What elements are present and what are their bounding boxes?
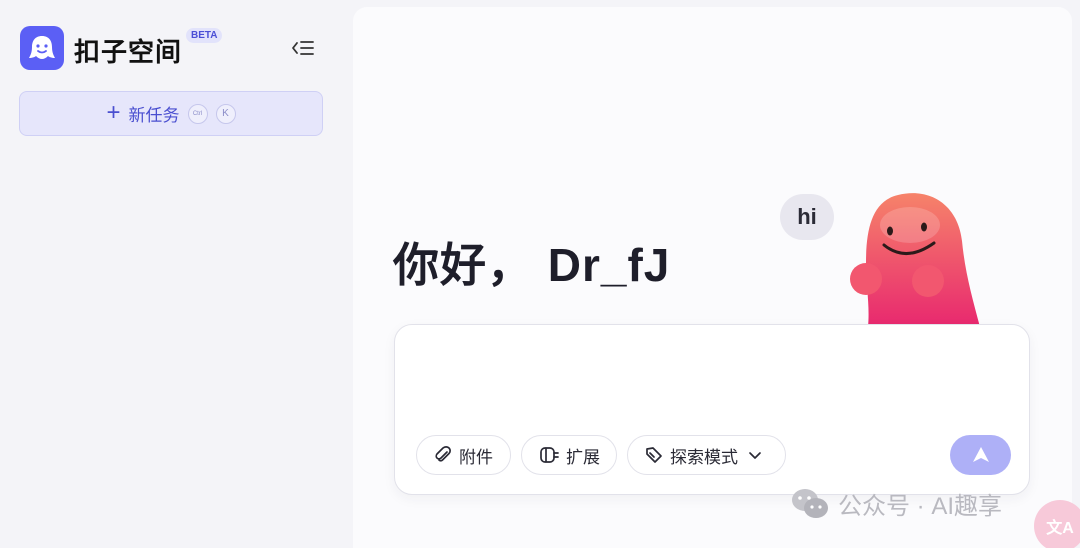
collapse-sidebar-icon [292, 41, 314, 55]
mode-label: 探索模式 [670, 447, 738, 467]
watermark: 公众号 · AI趣享 [790, 486, 1002, 521]
shortcut-key: K [215, 103, 236, 124]
paperclip-icon [435, 446, 451, 462]
watermark-text: 公众号 · AI趣享 [838, 493, 1003, 520]
plug-icon [540, 447, 559, 463]
hi-speech-bubble: hi [780, 194, 834, 240]
translate-icon: 文A [1046, 520, 1074, 537]
attach-button[interactable]: 附件 [416, 435, 511, 475]
main-panel: 你好， Dr_fJ hi 附件 扩展 探索模式 [353, 7, 1072, 548]
collapse-sidebar-button[interactable] [288, 36, 318, 60]
wechat-icon [792, 488, 828, 518]
extension-label: 扩展 [566, 447, 600, 467]
send-arrow-icon [972, 447, 989, 462]
tag-icon [646, 447, 662, 463]
prompt-card: 附件 扩展 探索模式 [394, 324, 1030, 495]
sidebar: 扣子空间 BETA + 新任务 Ctrl K [0, 0, 345, 548]
chevron-down-icon [749, 452, 761, 459]
prompt-input[interactable] [413, 343, 1009, 423]
greeting-title: 你好， Dr_fJ [393, 239, 671, 291]
app-window: 扣子空间 BETA + 新任务 Ctrl K 你好， Dr_fJ hi 附件 扩… [0, 0, 1080, 548]
logo-icon [20, 26, 64, 70]
extension-button[interactable]: 扩展 [521, 435, 617, 475]
attach-label: 附件 [459, 447, 493, 467]
shortcut-modifier-key: Ctrl [187, 103, 208, 124]
mascot-icon [850, 193, 980, 327]
plus-icon: + [106, 98, 121, 126]
send-button[interactable] [950, 435, 1011, 475]
brand-name: 扣子空间 [74, 37, 183, 67]
beta-badge: BETA [186, 28, 223, 43]
mode-select[interactable]: 探索模式 [627, 435, 786, 475]
new-task-label: 新任务 [128, 106, 180, 125]
new-task-button[interactable]: + 新任务 Ctrl K [19, 91, 323, 136]
translate-button[interactable]: 文A [1034, 500, 1080, 548]
